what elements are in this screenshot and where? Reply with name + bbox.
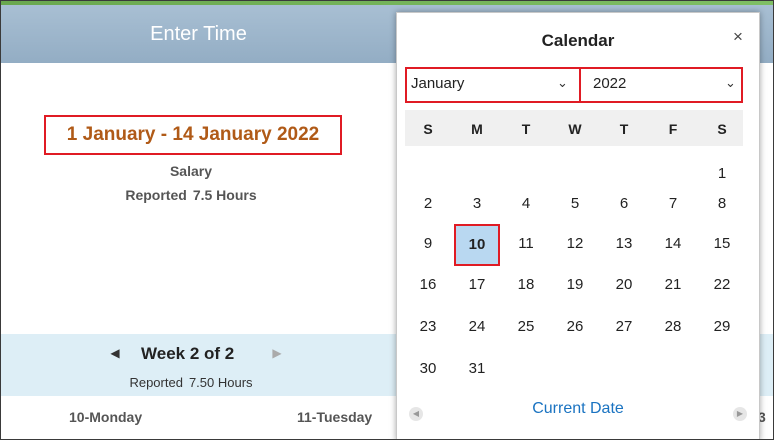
date-cell[interactable]: 25 xyxy=(509,312,543,342)
chevron-down-icon[interactable]: ⌄ xyxy=(557,75,568,91)
period-label: 1 January - 14 January 2022 xyxy=(66,124,320,145)
next-month-icon[interactable]: ▶ xyxy=(733,407,747,421)
date-cell[interactable]: 8 xyxy=(705,189,739,219)
chevron-down-icon[interactable]: ⌄ xyxy=(725,75,736,91)
year-select[interactable]: 2022 xyxy=(593,75,626,92)
week-reported-label: Reported xyxy=(129,375,183,390)
date-cell[interactable]: 18 xyxy=(509,270,543,300)
period-reported-value: 7.5 Hours xyxy=(192,187,257,203)
date-cell[interactable]: 14 xyxy=(656,229,690,259)
weekday-thursday: T xyxy=(619,121,629,137)
date-cell[interactable]: 5 xyxy=(558,189,592,219)
date-cell[interactable]: 20 xyxy=(607,270,641,300)
next-week-icon[interactable]: ▶ xyxy=(271,345,283,361)
date-cell[interactable]: 21 xyxy=(656,270,690,300)
date-cell[interactable]: 29 xyxy=(705,312,739,342)
date-cell[interactable]: 11 xyxy=(509,229,543,259)
current-date-link[interactable]: Current Date xyxy=(397,400,759,418)
date-cell[interactable]: 28 xyxy=(656,312,690,342)
close-icon[interactable]: × xyxy=(730,28,746,45)
select-divider xyxy=(579,67,581,103)
date-cell[interactable]: 1 xyxy=(705,159,739,189)
weekday-friday: F xyxy=(668,121,678,137)
date-cell-selected[interactable]: 10 xyxy=(454,224,500,266)
date-cell[interactable]: 2 xyxy=(411,189,445,219)
day-header-monday: 10-Monday xyxy=(69,409,143,425)
date-cell[interactable]: 31 xyxy=(460,354,494,384)
date-cell[interactable]: 12 xyxy=(558,229,592,259)
date-cell[interactable]: 27 xyxy=(607,312,641,342)
weekday-sunday: S xyxy=(423,121,433,137)
date-cell[interactable]: 7 xyxy=(656,189,690,219)
date-cell[interactable]: 3 xyxy=(460,189,494,219)
date-cell[interactable]: 17 xyxy=(460,270,494,300)
date-cell[interactable]: 9 xyxy=(411,229,445,259)
date-cell[interactable]: 23 xyxy=(411,312,445,342)
period-reported: Reported 7.5 Hours xyxy=(1,187,381,203)
date-cell[interactable]: 22 xyxy=(705,270,739,300)
date-cell[interactable]: 15 xyxy=(705,229,739,259)
week-reported-value: 7.50 Hours xyxy=(188,375,253,390)
day-header-tuesday: 11-Tuesday xyxy=(297,409,373,425)
time-entry-window: Enter Time 1 January - 14 January 2022 S… xyxy=(0,0,774,440)
week-label: Week 2 of 2 xyxy=(141,344,235,363)
weekday-monday: M xyxy=(471,121,483,137)
date-cell[interactable]: 24 xyxy=(460,312,494,342)
date-cell[interactable]: 30 xyxy=(411,354,445,384)
calendar-popup: Calendar × January ⌄ 2022 ⌄ S M T W T F … xyxy=(396,12,760,439)
date-cell[interactable]: 19 xyxy=(558,270,592,300)
page-title: Enter Time xyxy=(150,23,247,45)
date-cell[interactable]: 4 xyxy=(509,189,543,219)
date-cell[interactable]: 13 xyxy=(607,229,641,259)
date-cell[interactable]: 6 xyxy=(607,189,641,219)
date-cell[interactable]: 16 xyxy=(411,270,445,300)
date-cell[interactable]: 26 xyxy=(558,312,592,342)
month-select[interactable]: January xyxy=(411,75,464,92)
calendar-title: Calendar xyxy=(541,31,615,50)
weekday-tuesday: T xyxy=(521,121,531,137)
weekday-saturday: S xyxy=(717,121,727,137)
period-reported-label: Reported xyxy=(125,187,187,203)
weekday-wednesday: W xyxy=(568,121,582,137)
previous-week-icon[interactable]: ◀ xyxy=(109,345,121,361)
week-reported: Reported 7.50 Hours xyxy=(1,375,381,390)
employment-type: Salary xyxy=(169,163,213,179)
